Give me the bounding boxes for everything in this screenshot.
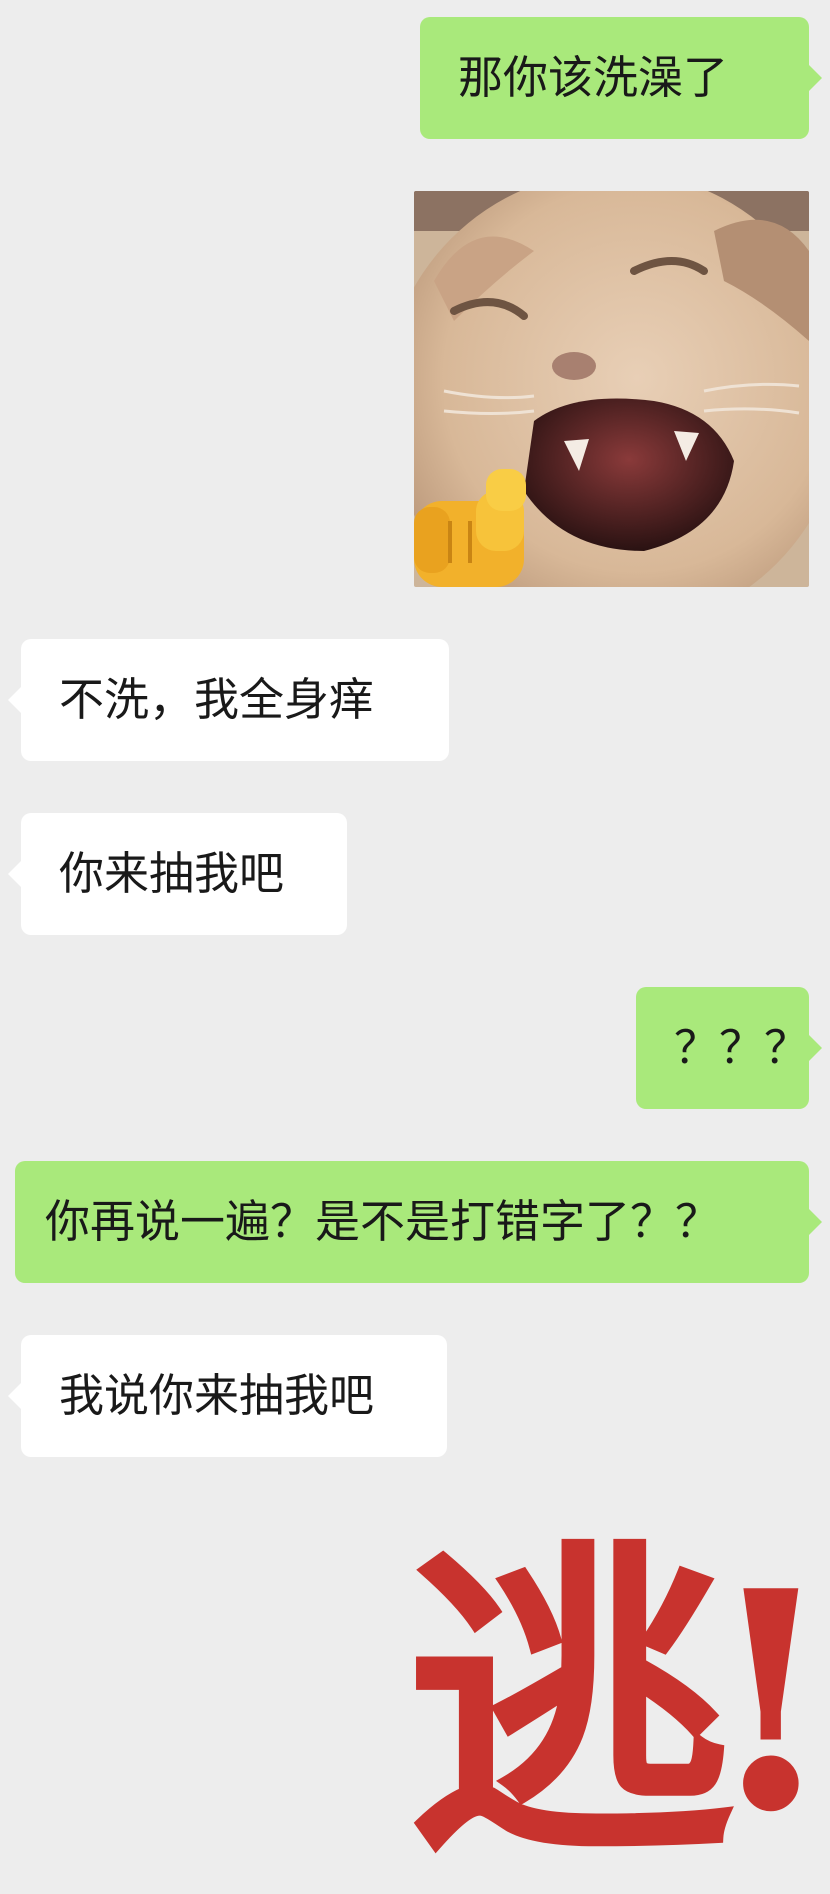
message-text: 不洗，我全身痒 [59, 673, 375, 726]
cat-sticker-image[interactable] [414, 191, 809, 587]
laughing-cat-sticker-icon [414, 191, 809, 587]
message-bubble-received[interactable]: 我说你来抽我吧 [8, 1335, 447, 1457]
escape-character: 逃 [405, 1511, 735, 1894]
message-text: ？？？ [674, 1021, 810, 1074]
message-bubble-received[interactable]: 不洗，我全身痒 [8, 639, 449, 761]
message-bubble-sent[interactable]: 你再说一遍？是不是打错字了？？ [15, 1161, 822, 1283]
message-text: 我说你来抽我吧 [59, 1369, 375, 1422]
chat-area: 那你该洗澡了 不洗，我全身痒 你来抽我吧 ？？？ 你再说一遍？是不是打错字了？？… [0, 0, 830, 1894]
message-bubble-received[interactable]: 你来抽我吧 [8, 813, 347, 935]
message-text: 你来抽我吧 [59, 847, 285, 900]
exclamation-mark: ! [705, 1525, 830, 1878]
message-bubble-sent[interactable]: 那你该洗澡了 [420, 17, 822, 139]
message-bubble-sent[interactable]: ？？？ [636, 987, 822, 1109]
message-text: 那你该洗澡了 [458, 51, 729, 104]
message-text: 你再说一遍？是不是打错字了？？ [45, 1195, 721, 1248]
escape-caption: 逃 ! [405, 1511, 830, 1894]
